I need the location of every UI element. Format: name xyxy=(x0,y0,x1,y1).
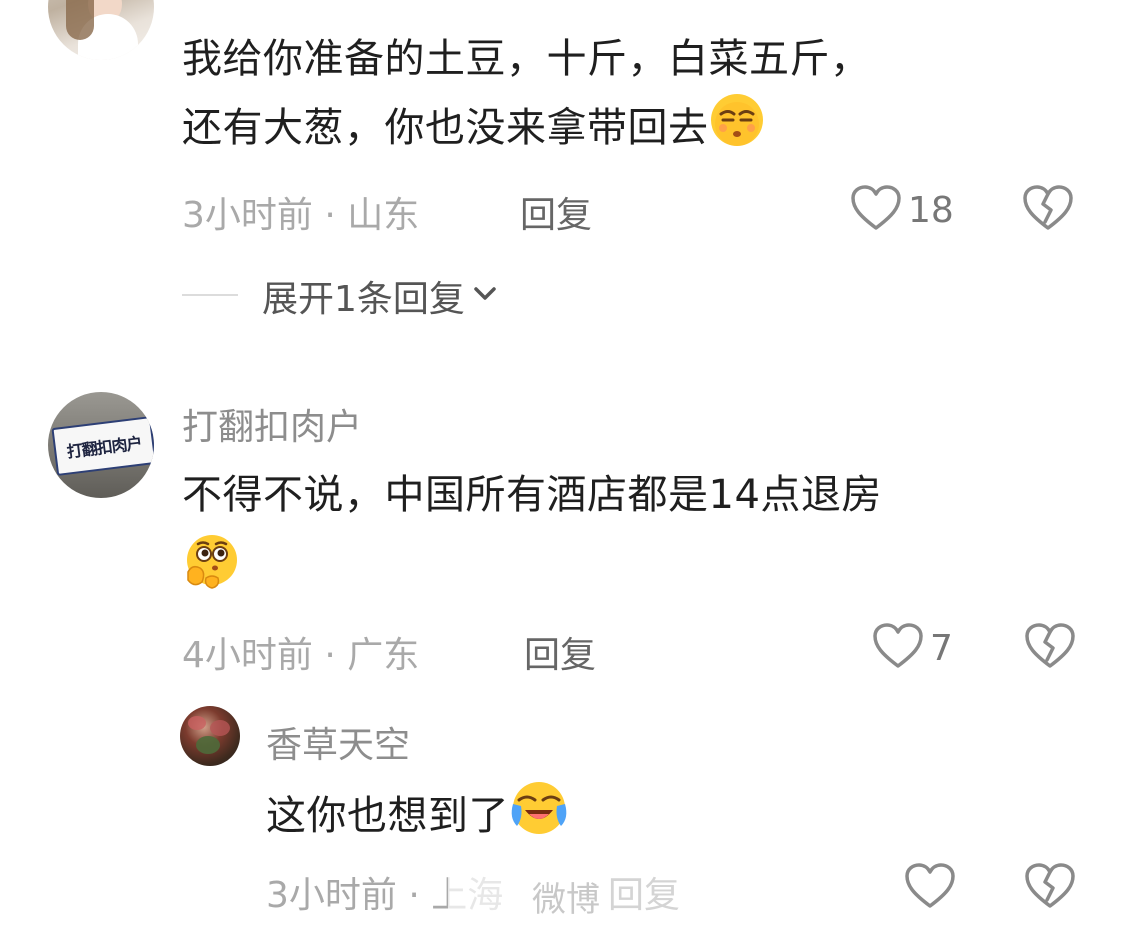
like-count: 7 xyxy=(930,627,953,669)
like-button[interactable]: 18 xyxy=(850,184,954,236)
dislike-button[interactable] xyxy=(1024,622,1076,674)
expand-replies-divider xyxy=(182,294,238,296)
reply-button[interactable]: 回复 xyxy=(524,626,596,678)
like-button[interactable] xyxy=(904,862,956,914)
smirk-face-icon xyxy=(709,92,765,168)
like-button[interactable]: 7 xyxy=(872,622,953,674)
heart-icon xyxy=(904,863,956,914)
dislike-button[interactable] xyxy=(1024,862,1076,914)
comment-text-line: 不得不说，中国所有酒店都是14点退房 xyxy=(182,472,882,518)
username[interactable]: 香草天空 xyxy=(266,716,410,768)
watermark-text: 微博 xyxy=(532,879,600,920)
comment-meta: 4小时前 · 广东 xyxy=(182,635,420,676)
thinking-hugging-face-icon xyxy=(182,532,242,612)
like-count: 18 xyxy=(908,189,954,231)
broken-heart-icon xyxy=(1024,863,1076,914)
expand-replies-button[interactable]: 展开1条回复 xyxy=(262,270,499,322)
reply-button[interactable]: 回复 xyxy=(520,186,592,238)
expand-replies-label: 展开1条回复 xyxy=(262,279,465,320)
avatar[interactable] xyxy=(48,0,154,60)
comment-text: 不得不说，中国所有酒店都是14点退房 xyxy=(182,462,1082,612)
heart-icon xyxy=(850,184,902,236)
comment-emoji-line xyxy=(182,532,1082,612)
comment-meta: 3小时前 · 山东 xyxy=(182,195,420,236)
watermark: 微博 xyxy=(448,868,684,924)
comment-text-line: 还有大葱，你也没来拿带回去 xyxy=(182,92,1062,168)
chevron-down-icon xyxy=(471,280,499,312)
broken-heart-icon xyxy=(1022,185,1074,236)
comment-text: 这你也想到了 xyxy=(266,778,1066,858)
comment-text: 我给你准备的土豆，十斤，白菜五斤， 还有大葱，你也没来拿带回去 xyxy=(182,26,1062,168)
laughing-crying-face-icon xyxy=(509,778,569,858)
avatar[interactable] xyxy=(180,706,240,766)
dislike-button[interactable] xyxy=(1022,184,1074,236)
avatar[interactable]: 打翻扣肉户 xyxy=(48,392,154,498)
username[interactable]: 打翻扣肉户 xyxy=(182,398,362,450)
comment-text-line: 这你也想到了 xyxy=(266,778,1066,858)
avatar-sign-text: 打翻扣肉户 xyxy=(65,433,143,462)
comment-text-line: 我给你准备的土豆，十斤，白菜五斤， xyxy=(182,36,871,82)
broken-heart-icon xyxy=(1024,623,1076,674)
heart-icon xyxy=(872,622,924,674)
